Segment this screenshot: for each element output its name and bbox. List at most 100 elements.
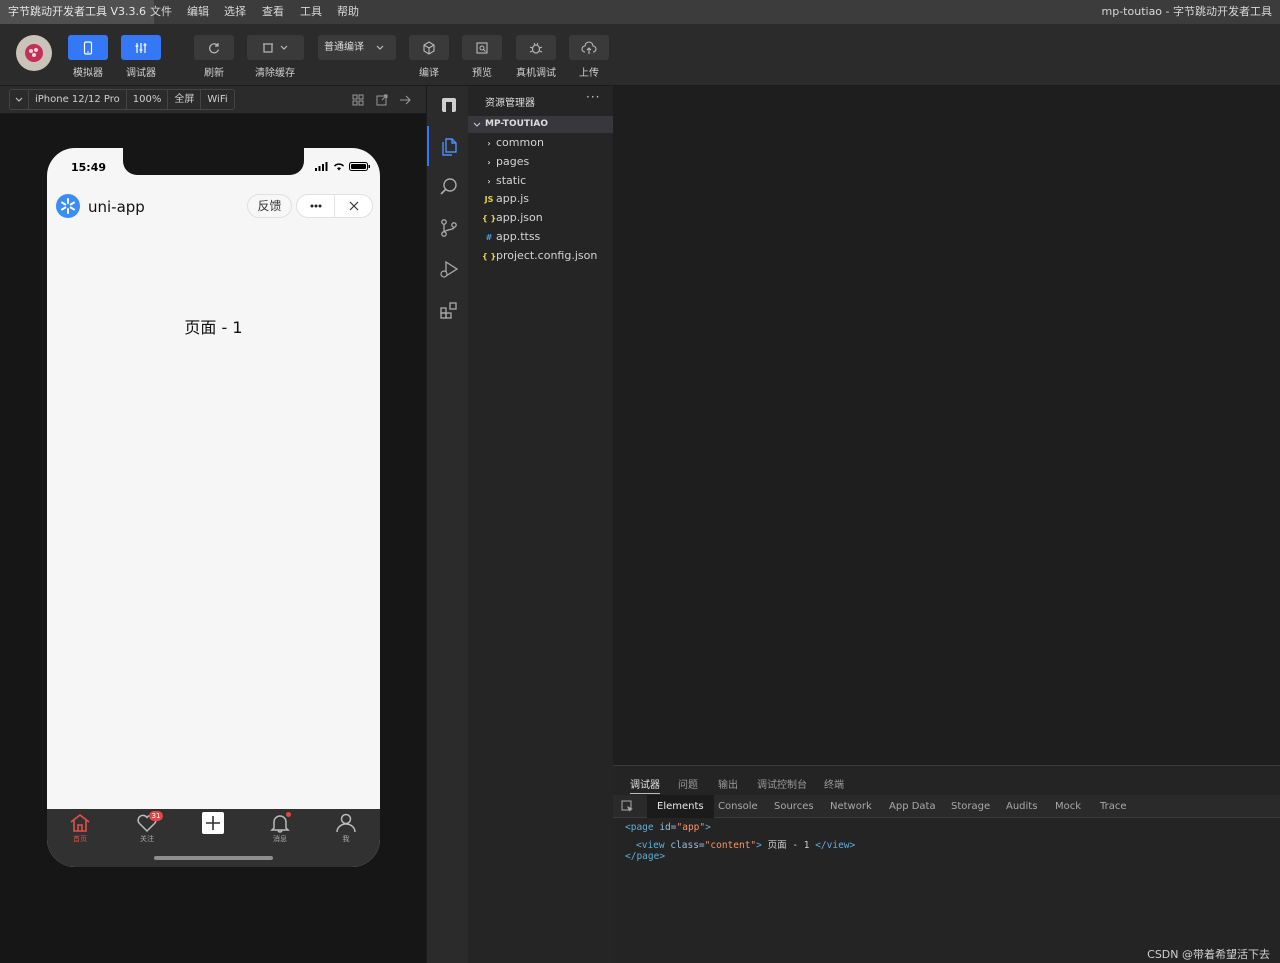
- upload-button[interactable]: [569, 35, 609, 60]
- menu-file[interactable]: 文件: [150, 0, 172, 24]
- window-title: mp-toutiao - 字节跳动开发者工具: [1101, 5, 1272, 18]
- devtools-tabbar: Elements Console Sources Network App Dat…: [613, 795, 1280, 818]
- simulator-panel: iPhone 12/12 Pro 100% 全屏 WiFi 15:49 uni-…: [0, 86, 426, 963]
- remote-debug-button[interactable]: [516, 35, 556, 60]
- popout-icon[interactable]: [375, 93, 389, 107]
- tab-debug-console[interactable]: 调试控制台: [757, 776, 807, 791]
- menu-select[interactable]: 选择: [224, 0, 246, 24]
- panel-icon: [442, 98, 456, 112]
- tree-file-project-config[interactable]: { }project.config.json: [482, 247, 597, 265]
- devtools-tab-storage[interactable]: Storage: [951, 795, 990, 818]
- tab-follow-label: 关注: [140, 835, 154, 843]
- device-dropdown[interactable]: [10, 90, 28, 109]
- tree-label: common: [496, 136, 544, 149]
- more-button[interactable]: [297, 195, 335, 217]
- active-indicator: [427, 126, 429, 166]
- inspect-element-icon[interactable]: [621, 800, 634, 813]
- explorer-button[interactable]: [437, 134, 461, 158]
- json-file-icon: { }: [482, 252, 497, 261]
- compile-button[interactable]: [409, 35, 449, 60]
- tab-problems[interactable]: 问题: [678, 776, 698, 791]
- explorer-panel: 资源管理器 ··· MP-TOUTIAO › common › pages › sta…: [468, 86, 613, 963]
- remote-debug-label: 真机调试: [516, 68, 556, 79]
- network-select[interactable]: WiFi: [200, 90, 233, 109]
- avatar[interactable]: [16, 35, 52, 71]
- refresh-label: 刷新: [204, 68, 224, 79]
- search-button[interactable]: [437, 175, 461, 199]
- menu-edit[interactable]: 编辑: [187, 0, 209, 24]
- tree-folder-common[interactable]: › common: [482, 134, 544, 152]
- tab-messages[interactable]: 消息: [260, 813, 300, 844]
- code-token: </view>: [815, 840, 856, 851]
- toggle-panel-button[interactable]: [437, 93, 461, 117]
- explorer-more-icon[interactable]: ···: [586, 90, 600, 104]
- status-time: 15:49: [71, 161, 107, 174]
- tab-terminal[interactable]: 终端: [824, 776, 844, 791]
- close-icon: [349, 201, 358, 211]
- grid-icon[interactable]: [351, 93, 365, 107]
- menu-help[interactable]: 帮助: [337, 0, 359, 24]
- code-token: <page: [625, 822, 654, 833]
- run-debug-button[interactable]: [437, 257, 461, 281]
- upload-label: 上传: [579, 68, 599, 79]
- devtools-tab-network[interactable]: Network: [830, 795, 872, 818]
- tab-messages-label: 消息: [273, 835, 287, 843]
- menu-view[interactable]: 查看: [262, 0, 284, 24]
- uni-app-logo-icon: [61, 198, 75, 214]
- arrow-right-icon[interactable]: [398, 93, 412, 107]
- tree-folder-static[interactable]: › static: [482, 172, 526, 190]
- dom-line-page-close[interactable]: </page>: [625, 851, 665, 862]
- tree-file-app-ttss[interactable]: # app.ttss: [482, 228, 541, 246]
- clear-cache-button[interactable]: [247, 35, 304, 60]
- battery-icon: [349, 162, 370, 171]
- devtools-tab-elements[interactable]: Elements: [647, 795, 714, 818]
- devtools-tab-app-data[interactable]: App Data: [889, 795, 936, 818]
- tab-add[interactable]: [193, 812, 233, 834]
- tab-bar: 首页 关注 31 消息 我: [47, 809, 380, 867]
- fullscreen-toggle[interactable]: 全屏: [167, 90, 200, 109]
- debugger-button[interactable]: [121, 35, 161, 60]
- zoom-level[interactable]: 100%: [125, 90, 168, 109]
- devtools-tab-mock[interactable]: Mock: [1055, 795, 1081, 818]
- css-file-icon: #: [485, 233, 493, 242]
- run-debug-icon: [440, 260, 459, 278]
- preview-button[interactable]: [462, 35, 502, 60]
- tab-debugger[interactable]: 调试器: [630, 776, 660, 794]
- dom-line-page-open[interactable]: <page id="app">: [625, 822, 711, 833]
- close-button[interactable]: [335, 195, 372, 217]
- tree-file-app-js[interactable]: JS app.js: [482, 190, 529, 208]
- tree-label: project.config.json: [496, 249, 598, 262]
- code-token: "content": [704, 840, 757, 851]
- tab-home[interactable]: 首页: [60, 813, 100, 844]
- code-token: 页面 - 1: [761, 840, 816, 851]
- devtools-tab-console[interactable]: Console: [718, 795, 758, 818]
- search-icon: [440, 178, 457, 195]
- project-root[interactable]: MP-TOUTIAO: [468, 116, 613, 133]
- chevron-right-icon: ›: [487, 177, 491, 186]
- tree-label: pages: [496, 155, 530, 168]
- git-branch-icon: [441, 219, 457, 237]
- phone-notch: [123, 148, 304, 175]
- refresh-button[interactable]: [194, 35, 234, 60]
- tree-label: static: [496, 174, 527, 187]
- devtools-tab-trace[interactable]: Trace: [1100, 795, 1127, 818]
- feedback-button[interactable]: 反馈: [247, 194, 292, 218]
- simulator-bar: iPhone 12/12 Pro 100% 全屏 WiFi: [0, 86, 426, 114]
- chevron-down-icon: [376, 45, 384, 50]
- tree-folder-pages[interactable]: › pages: [482, 153, 529, 171]
- compile-mode-select[interactable]: 普通编译: [318, 35, 396, 60]
- app-logo: [56, 194, 80, 218]
- source-control-button[interactable]: [437, 216, 461, 240]
- simulator-button[interactable]: [68, 35, 108, 60]
- dom-line-view[interactable]: <view class="content"> 页面 - 1 </view>: [636, 837, 855, 851]
- devtools-tab-audits[interactable]: Audits: [1006, 795, 1037, 818]
- device-name[interactable]: iPhone 12/12 Pro: [28, 90, 126, 109]
- chevron-right-icon: ›: [487, 158, 491, 167]
- tree-file-app-json[interactable]: { }app.json: [482, 209, 543, 227]
- tab-me[interactable]: 我: [326, 813, 366, 844]
- menu-tools[interactable]: 工具: [300, 0, 322, 24]
- tab-output[interactable]: 输出: [718, 776, 738, 791]
- extensions-button[interactable]: [437, 298, 461, 322]
- preview-label: 预览: [472, 68, 492, 79]
- devtools-tab-sources[interactable]: Sources: [774, 795, 814, 818]
